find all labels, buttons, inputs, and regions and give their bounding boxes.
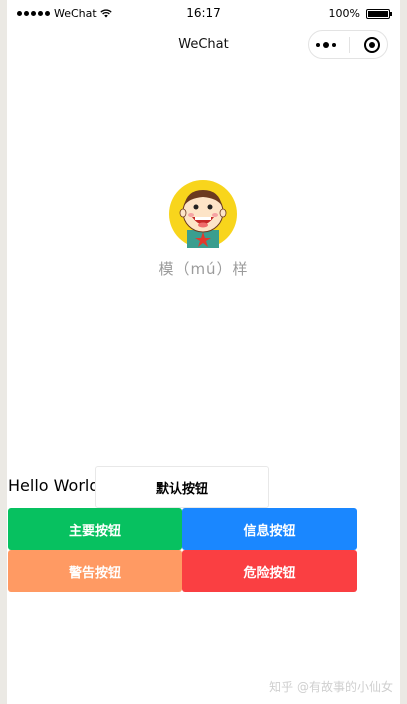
default-button[interactable]: 默认按钮 — [95, 466, 269, 508]
capsule-divider — [349, 36, 351, 53]
watermark: 知乎 @有故事的小仙女 — [269, 680, 393, 694]
primary-button[interactable]: 主要按钮 — [8, 508, 182, 550]
battery-percent: 100% — [328, 7, 360, 20]
info-button[interactable]: 信息按钮 — [182, 508, 357, 550]
status-bar: WeChat 16:17 100% — [7, 0, 400, 28]
menu-capsule — [308, 30, 388, 59]
avatar[interactable] — [169, 180, 237, 248]
battery-icon — [366, 8, 392, 19]
close-icon[interactable] — [364, 36, 381, 53]
warn-button[interactable]: 警告按钮 — [8, 550, 182, 592]
cartoon-face-icon — [169, 180, 237, 248]
danger-button[interactable]: 危险按钮 — [182, 550, 357, 592]
status-right: 100% — [328, 7, 392, 20]
more-icon[interactable] — [315, 41, 336, 48]
hello-text: Hello World — [8, 476, 100, 495]
avatar-caption: 模（mú）样 — [158, 260, 249, 278]
nav-bar: WeChat — [7, 28, 400, 60]
phone-screen: WeChat 16:17 100% WeChat 模（mú）样 Hello Wo… — [7, 0, 400, 704]
